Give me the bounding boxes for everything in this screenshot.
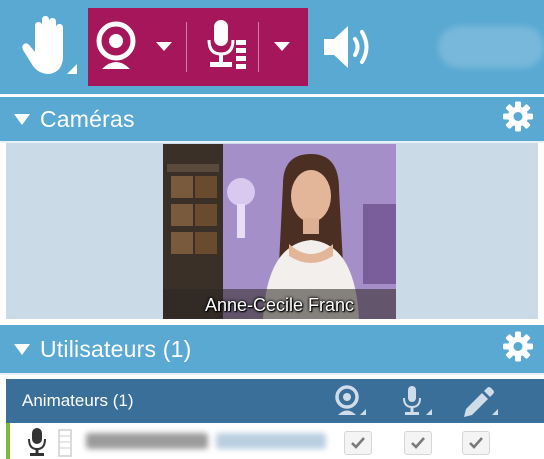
table-row[interactable] [6, 423, 544, 459]
users-section-header[interactable]: Utilisateurs (1) [0, 325, 544, 373]
gear-icon [503, 101, 533, 132]
collapse-triangle-icon [14, 343, 30, 355]
pencil-icon [464, 387, 498, 417]
webcam-options-button[interactable] [146, 8, 182, 86]
webcam-permission-checkbox[interactable] [344, 431, 372, 455]
draw-permission-checkbox[interactable] [462, 431, 490, 455]
column-draw[interactable] [460, 385, 500, 417]
microphone-icon [28, 428, 46, 456]
microphone-options-button[interactable] [262, 8, 302, 86]
raise-hand-button[interactable] [8, 8, 88, 86]
divider [186, 22, 187, 72]
microphone-icon [403, 386, 432, 415]
obscured-user-name [86, 433, 208, 449]
raise-hand-icon [22, 16, 77, 74]
app-window: Caméras Anne-Cecile Franc Utilisateurs (… [0, 0, 544, 459]
divider [258, 22, 259, 72]
webcam-button[interactable] [88, 8, 144, 86]
audio-level-icon [58, 429, 72, 457]
group-title: Animateurs (1) [22, 391, 134, 410]
speaker-button[interactable] [318, 8, 382, 86]
column-webcam[interactable] [334, 385, 368, 417]
obscured-status [438, 26, 544, 68]
speaker-icon [324, 26, 369, 68]
cameras-section-header[interactable]: Caméras [0, 97, 544, 141]
gear-icon [503, 331, 533, 362]
chevron-down-icon [156, 42, 172, 51]
microphone-icon [207, 20, 246, 69]
users-settings-button[interactable] [502, 331, 534, 368]
participant-name: Anne-Cecile Franc [204, 295, 355, 315]
section-title: Caméras [40, 105, 135, 132]
chevron-down-icon [274, 42, 290, 51]
media-toggle-group [88, 8, 308, 86]
webcam-icon [96, 21, 136, 69]
divider [0, 373, 544, 375]
cameras-settings-button[interactable] [502, 101, 534, 138]
row-accent [6, 423, 10, 459]
participant-video[interactable]: Anne-Cecile Franc [163, 144, 396, 319]
animators-group-header[interactable]: Animateurs (1) [6, 379, 544, 423]
microphone-permission-checkbox[interactable] [404, 431, 432, 455]
checkmark-icon [469, 437, 483, 449]
section-title: Utilisateurs (1) [40, 335, 192, 362]
obscured-user-detail [216, 433, 326, 449]
webcam-icon [335, 385, 366, 415]
checkmark-icon [411, 437, 425, 449]
video-frame [163, 144, 396, 319]
checkmark-icon [351, 437, 365, 449]
microphone-button[interactable] [194, 8, 258, 86]
column-microphone[interactable] [398, 385, 434, 417]
collapse-triangle-icon [14, 113, 30, 125]
toolbar [0, 0, 544, 94]
